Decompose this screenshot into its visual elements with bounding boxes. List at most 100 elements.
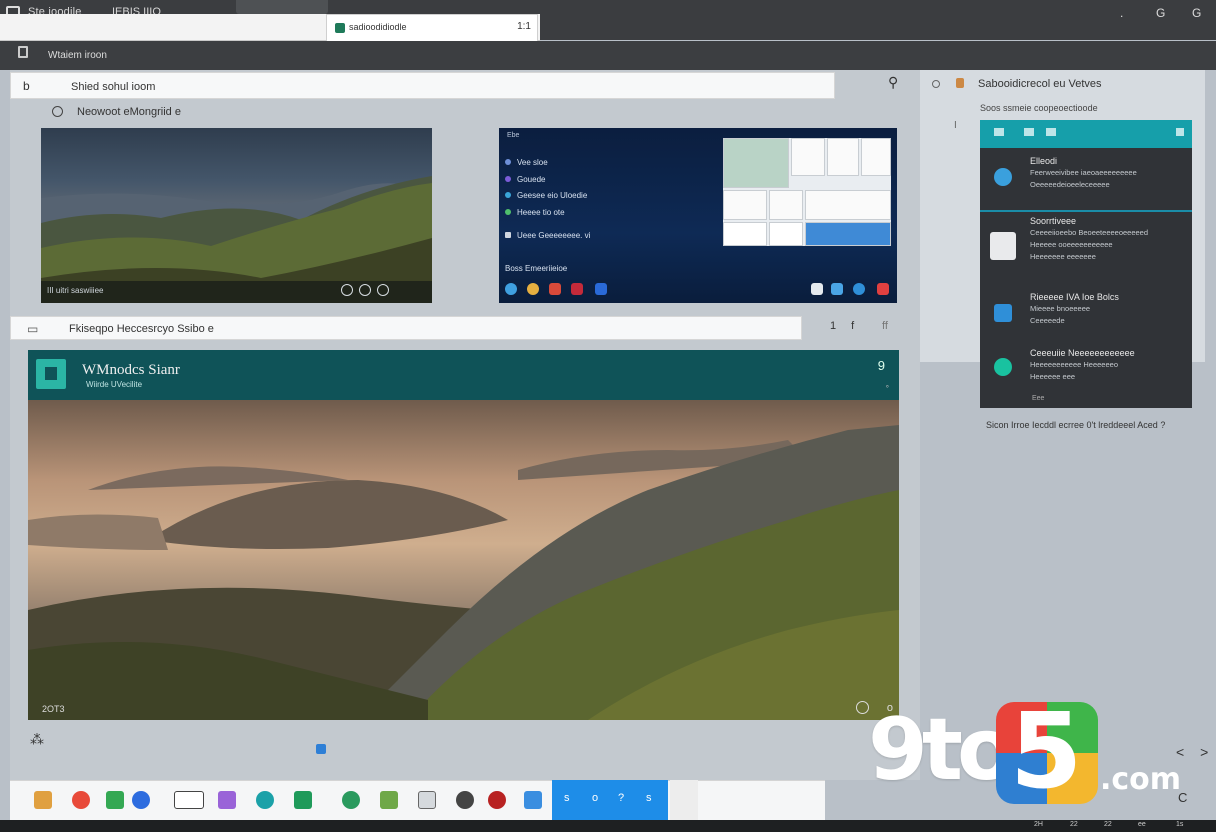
header-icon[interactable] [1024, 128, 1034, 136]
mountain-landscape-image [41, 176, 432, 303]
help-icon[interactable]: 9 [878, 358, 885, 373]
sparkle-icon[interactable]: ⁂ [30, 731, 44, 748]
menu-item[interactable]: Vee sloe [505, 158, 548, 167]
close-icon[interactable] [1176, 128, 1184, 136]
bar-actions[interactable]: 1 f [830, 320, 860, 332]
bar-extra-icon[interactable]: ff [882, 320, 888, 332]
search-icon[interactable]: G [1156, 6, 1165, 20]
info-icon[interactable] [932, 80, 940, 88]
app-icon[interactable] [488, 791, 506, 809]
taskbar [10, 780, 825, 820]
app-icon [994, 168, 1012, 186]
folder-icon: ▭ [27, 322, 39, 336]
9to5-watermark-logo: 9to 5 .com [868, 700, 1198, 810]
app-icon[interactable] [342, 791, 360, 809]
tray-item[interactable]: 22 [1104, 821, 1112, 828]
start-menu-thumbnail[interactable]: Ebe Vee sloe Gouede Geesee eio Uloedie H… [499, 128, 897, 303]
menu-item[interactable]: Ueee Geeeeeeee. vi [505, 231, 590, 240]
menu-item[interactable]: Geesee eio Uloedie [505, 191, 587, 200]
image-icon[interactable] [380, 791, 398, 809]
address-bar[interactable]: b Shied sohul ioom [10, 72, 835, 99]
more-icon[interactable]: . [1120, 6, 1123, 20]
app-icon[interactable] [549, 283, 561, 295]
menu-item[interactable]: Heeee tio ote [505, 208, 565, 217]
circle-icon[interactable] [359, 284, 371, 296]
tray-item[interactable]: 22 [1070, 821, 1078, 828]
misty-mountain-photo [28, 400, 899, 720]
toolbar-label: Wtaiem iroon [48, 50, 107, 61]
tab-close-button[interactable]: 1:1 [517, 21, 531, 32]
card-section[interactable]: Elleodi Feerweeivibee iaeoaeeeeeeeee Oee… [980, 148, 1192, 210]
tile [805, 222, 891, 246]
file-icon[interactable] [811, 283, 823, 295]
section-desc: Ceeeeede [1030, 316, 1065, 325]
app-icon [994, 304, 1012, 322]
app-icon[interactable] [831, 283, 843, 295]
panel-logo-icon [956, 78, 964, 88]
tab-strip: sadioodidiodle 1:1 [0, 14, 540, 41]
window-icon[interactable] [174, 791, 204, 809]
app-icon[interactable] [571, 283, 583, 295]
edge-icon[interactable] [132, 791, 150, 809]
address-text: Shied sohul ioom [71, 81, 156, 93]
tile [769, 222, 803, 246]
photo-caption: 2OT3 [42, 704, 65, 714]
secondary-address-bar[interactable]: ▭ Fkiseqpo Heccesrcyo Ssibo e [10, 316, 802, 340]
store-icon[interactable] [294, 791, 312, 809]
app-icon[interactable] [877, 283, 889, 295]
edge-icon[interactable] [505, 283, 517, 295]
taskbar-item[interactable]: o [592, 792, 598, 804]
settings-icon[interactable]: G [1192, 6, 1201, 20]
taskbar-selected-group[interactable]: s o ? s [552, 780, 668, 820]
section-desc: Heeeee ooeeeeeeeeeee [1030, 240, 1113, 249]
card-section[interactable]: Ceeeuiie Neeeeeeeeeeee Heeeeeeeeeee Heee… [980, 340, 1192, 398]
app-icon[interactable] [853, 283, 865, 295]
back-icon[interactable]: b [23, 79, 30, 93]
circle-icon[interactable] [341, 284, 353, 296]
wallpaper-thumbnail-1[interactable]: III uitri saswiiiee [41, 128, 432, 303]
tab-favicon [335, 23, 345, 33]
browser-icon[interactable] [256, 791, 274, 809]
taskbar-overflow[interactable] [670, 780, 698, 820]
tray-item[interactable]: 2H [1034, 821, 1043, 828]
photos-icon[interactable] [72, 791, 90, 809]
side-panel-subtitle: Soos ssmeie coopeoectioode [980, 103, 1098, 113]
card-section[interactable]: Soorrtiveee Ceeeeiioeebo Beoeeteeeeoeeee… [980, 212, 1192, 278]
store-icon[interactable] [595, 283, 607, 295]
section-desc: Oeeeeedeioeeleceeeee [1030, 180, 1110, 189]
file-explorer-icon[interactable] [34, 791, 52, 809]
pin-icon[interactable]: ⚲ [888, 74, 898, 91]
system-tray-strip: 2H 22 22 ee 1s [0, 820, 1216, 832]
card-section[interactable]: Rieeeee IVA Ioe Bolcs Mieeee bnoeeeee Ce… [980, 280, 1192, 340]
window-subheading: Wiirde UVecilite [86, 380, 143, 389]
monitor-icon[interactable] [418, 791, 436, 809]
header-icon[interactable] [1046, 128, 1056, 136]
menu-item[interactable]: Gouede [505, 175, 545, 184]
tray-item[interactable]: 1s [1176, 821, 1183, 828]
paint-icon[interactable] [218, 791, 236, 809]
section-title: Soorrtiveee [1030, 216, 1077, 226]
thumbnail-footer-text: III uitri saswiiiee [47, 286, 104, 295]
app-icon[interactable] [106, 791, 124, 809]
side-panel-title: Sabooidicrecol eu Vetves [956, 78, 1102, 90]
settings-icon[interactable] [456, 791, 474, 809]
chrome-icon[interactable] [527, 283, 539, 295]
browser-tab[interactable]: sadioodidiodle 1:1 [326, 14, 538, 41]
circle-icon[interactable] [377, 284, 389, 296]
window-grid-preview [723, 138, 891, 246]
taskbar-item[interactable]: ? [618, 792, 624, 804]
taskbar-item[interactable]: s [564, 792, 570, 804]
tile [791, 138, 825, 176]
header-icon[interactable] [994, 128, 1004, 136]
watermark-5: 5 [1010, 702, 1083, 804]
radio-icon[interactable] [52, 106, 63, 117]
map-tile [723, 138, 789, 188]
secondary-toolbar: Wtaiem iroon [0, 41, 1216, 70]
tray-item[interactable]: ee [1138, 821, 1146, 828]
notification-card: Elleodi Feerweeivibee iaeoaeeeeeeeee Oee… [980, 120, 1192, 408]
app-icon[interactable] [524, 791, 542, 809]
taskbar-item[interactable]: s [646, 792, 652, 804]
section-title: Ceeeuiie Neeeeeeeeeeee [1030, 348, 1135, 358]
title-notch [236, 0, 328, 14]
carousel-chevrons[interactable]: < > [1176, 744, 1214, 760]
